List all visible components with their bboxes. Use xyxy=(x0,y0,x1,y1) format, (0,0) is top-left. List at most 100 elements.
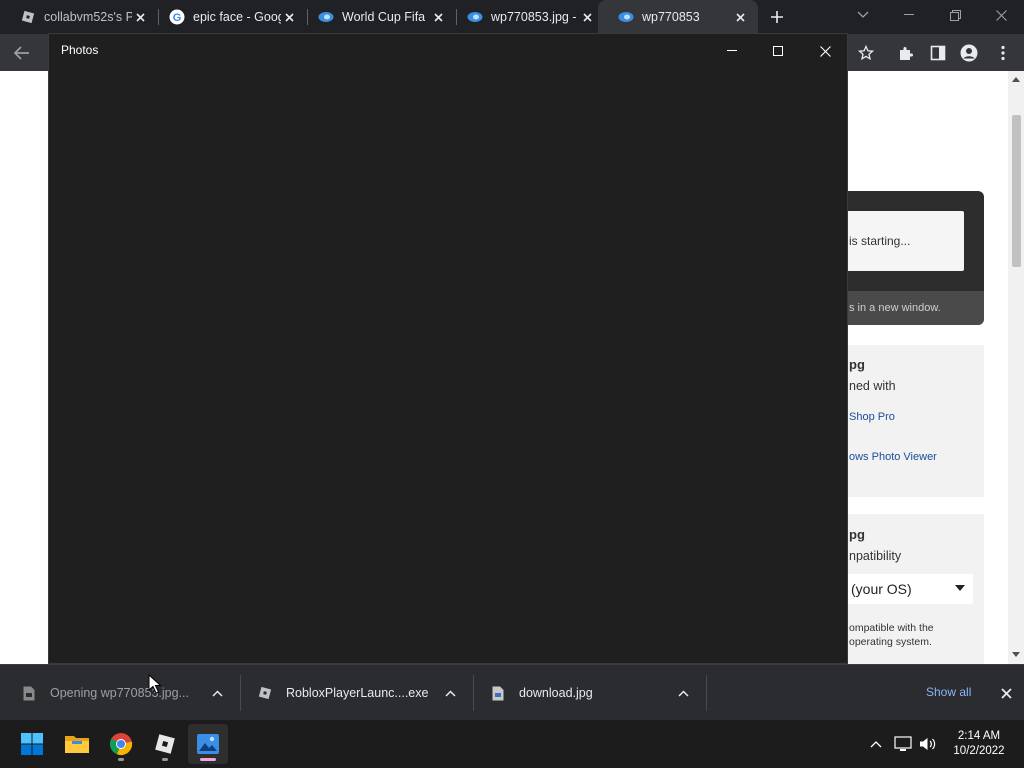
tab-title: World Cup Fifa xyxy=(342,10,426,24)
side-panel-button[interactable] xyxy=(927,42,949,64)
puzzle-icon xyxy=(900,47,913,60)
show-all-button[interactable]: Show all xyxy=(926,685,971,699)
back-button[interactable] xyxy=(11,42,33,64)
side-panel-icon xyxy=(930,45,946,61)
restore-icon xyxy=(949,9,961,21)
app-link-photo-viewer[interactable]: ows Photo Viewer xyxy=(849,451,937,463)
file-image-icon xyxy=(491,685,505,701)
roblox-button[interactable] xyxy=(145,724,185,764)
chevron-up-icon[interactable] xyxy=(676,686,690,700)
close-shelf-button[interactable] xyxy=(998,685,1014,701)
close-icon[interactable] xyxy=(732,9,748,25)
tab-wp770853-jpg[interactable]: wp770853.jpg - xyxy=(447,0,605,34)
app-link-shop-pro[interactable]: Shop Pro xyxy=(849,411,895,423)
scroll-thumb[interactable] xyxy=(1012,115,1021,267)
bookmark-star-button[interactable] xyxy=(855,42,877,64)
download-item-opening[interactable]: Opening wp770853.jpg... xyxy=(22,665,242,721)
download-item-roblox[interactable]: RobloxPlayerLaunc....exe xyxy=(258,665,473,721)
edge-photo-icon xyxy=(618,9,634,25)
close-icon[interactable] xyxy=(132,9,148,25)
avatar-icon xyxy=(960,44,978,62)
download-label: Opening wp770853.jpg... xyxy=(50,686,189,700)
dropdown-arrow-icon xyxy=(955,585,965,591)
roblox-icon xyxy=(155,734,175,754)
download-label: download.jpg xyxy=(519,686,593,700)
windows-icon xyxy=(21,733,43,755)
network-icon[interactable] xyxy=(893,734,913,754)
svg-text:G: G xyxy=(173,12,182,24)
os-select[interactable]: (your OS) xyxy=(843,574,973,604)
new-window-note: s in a new window. xyxy=(830,291,984,325)
minimize-icon xyxy=(727,50,737,51)
clock-date: 10/2/2022 xyxy=(953,745,1005,757)
profile-button[interactable] xyxy=(958,42,980,64)
show-hidden-icons-button[interactable] xyxy=(866,734,886,754)
chevron-down-icon xyxy=(857,11,869,18)
close-icon[interactable] xyxy=(579,9,595,25)
close-icon[interactable] xyxy=(430,9,446,25)
restore-button[interactable] xyxy=(932,0,978,30)
minimize-button[interactable] xyxy=(886,0,932,30)
clock-time: 2:14 AM xyxy=(957,730,1001,742)
close-icon xyxy=(995,9,1007,21)
edge-photo-icon xyxy=(318,9,334,25)
photos-taskbar-button[interactable] xyxy=(188,724,228,764)
tab-epic-face[interactable]: G epic face - Goog xyxy=(149,0,307,34)
maximize-icon xyxy=(773,46,783,56)
tab-title: epic face - Goog xyxy=(193,10,281,24)
arrow-left-icon xyxy=(14,46,29,60)
taskbar: 2:14 AM 10/2/2022 xyxy=(0,720,1024,768)
new-tab-button[interactable] xyxy=(766,6,788,28)
tab-wp770853[interactable]: wp770853 xyxy=(598,0,758,34)
tab-collabvm[interactable]: collabvm52s's Pl xyxy=(0,0,158,34)
card-heading: pg xyxy=(849,357,865,372)
start-button[interactable] xyxy=(12,724,52,764)
google-icon: G xyxy=(169,9,185,25)
chevron-up-icon xyxy=(870,740,882,747)
chrome-icon xyxy=(109,733,133,756)
roblox-icon xyxy=(20,9,36,25)
scroll-up-icon[interactable] xyxy=(1011,74,1021,84)
plus-icon xyxy=(771,11,783,23)
more-vert-icon xyxy=(1001,45,1005,61)
roblox-icon xyxy=(258,685,272,701)
close-window-button[interactable] xyxy=(978,0,1024,30)
taskbar-clock[interactable]: 2:14 AM 10/2/2022 xyxy=(944,729,1014,759)
download-label: RobloxPlayerLaunc....exe xyxy=(286,686,429,700)
photos-maximize-button[interactable] xyxy=(755,36,801,66)
tab-title: wp770853 xyxy=(642,10,700,24)
tab-search-button[interactable] xyxy=(840,0,886,30)
extensions-button[interactable] xyxy=(895,42,917,64)
card-heading: pg xyxy=(849,527,865,542)
launch-card: is starting... s in a new window. xyxy=(830,191,984,325)
file-explorer-button[interactable] xyxy=(57,724,97,764)
tab-title: collabvm52s's Pl xyxy=(44,10,132,24)
os-select-value: (your OS) xyxy=(851,581,912,597)
compat-note-line1: ompatible with the xyxy=(849,622,934,634)
mouse-cursor-icon xyxy=(148,674,162,694)
close-icon xyxy=(819,45,831,57)
minimize-icon xyxy=(904,14,914,15)
compatibility-text: npatibility xyxy=(849,549,902,563)
star-icon xyxy=(858,45,874,61)
photos-icon xyxy=(197,734,219,754)
starting-message: is starting... xyxy=(830,211,964,271)
photos-minimize-button[interactable] xyxy=(709,36,755,66)
download-item-download-jpg[interactable]: download.jpg xyxy=(491,665,706,721)
chevron-up-icon[interactable] xyxy=(210,686,224,700)
photos-title: Photos xyxy=(61,43,99,57)
photos-close-button[interactable] xyxy=(802,36,848,66)
chevron-up-icon[interactable] xyxy=(443,686,457,700)
edge-photo-icon xyxy=(467,9,483,25)
menu-button[interactable] xyxy=(992,42,1014,64)
close-icon xyxy=(1000,687,1012,699)
chrome-button[interactable] xyxy=(101,724,141,764)
page-scrollbar[interactable] xyxy=(1008,71,1024,664)
folder-icon xyxy=(65,736,89,753)
tab-world-cup[interactable]: World Cup Fifa xyxy=(298,0,456,34)
compatibility-card: pg npatibility (your OS) ompatible with … xyxy=(830,514,984,664)
file-icon xyxy=(22,685,36,701)
close-icon[interactable] xyxy=(281,9,297,25)
scroll-down-icon[interactable] xyxy=(1011,649,1021,659)
volume-icon[interactable] xyxy=(918,734,938,754)
